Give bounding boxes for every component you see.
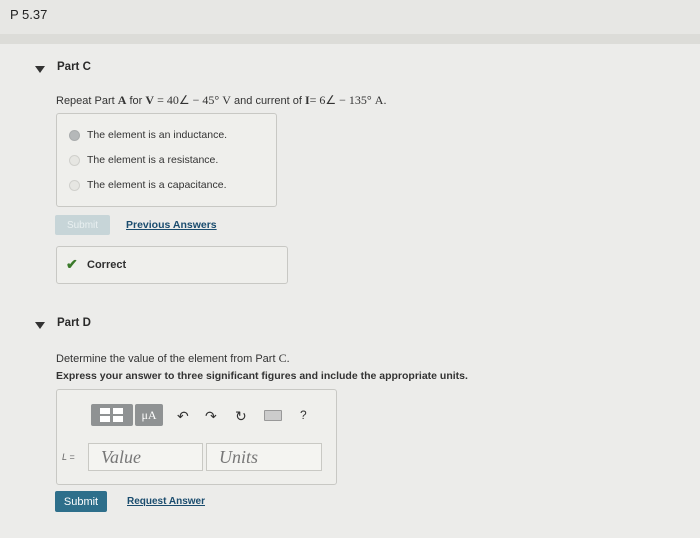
feedback-box: ✔ Correct (56, 246, 288, 284)
units-input[interactable]: Units (206, 443, 322, 471)
part-c-choices: The element is an inductance. The elemen… (56, 113, 277, 207)
units-button[interactable]: μA (135, 404, 163, 426)
choice-radio-capacitance[interactable] (69, 180, 80, 191)
header-divider (0, 34, 700, 44)
choice-label: The element is a capacitance. (87, 179, 227, 191)
undo-icon[interactable]: ↶ (177, 408, 189, 425)
help-icon[interactable]: ? (300, 408, 307, 422)
value-input[interactable]: Value (88, 443, 203, 471)
feedback-text: Correct (87, 259, 127, 271)
part-d-collapse-icon[interactable] (35, 322, 45, 329)
reset-icon[interactable]: ↻ (235, 408, 247, 425)
redo-icon[interactable]: ↷ (205, 408, 217, 425)
keyboard-icon[interactable] (264, 410, 282, 421)
part-c-label: Part C (57, 61, 91, 73)
choice-label: The element is a resistance. (87, 154, 219, 166)
answer-input-box: μA ↶ ↷ ↻ ? L = Value Units (56, 389, 337, 485)
variable-label: L = (62, 452, 75, 462)
problem-title: P 5.37 (10, 7, 48, 22)
part-c-question: Repeat Part A for V = 40∠ − 45° V and cu… (56, 93, 387, 107)
checkmark-icon: ✔ (66, 256, 78, 272)
request-answer-link[interactable]: Request Answer (127, 496, 205, 507)
part-d-instruction: Express your answer to three significant… (56, 370, 468, 382)
choice-label: The element is an inductance. (87, 129, 228, 141)
part-d-submit-button[interactable]: Submit (55, 491, 107, 512)
part-c-submit-button[interactable]: Submit (55, 215, 110, 235)
choice-radio-inductance[interactable] (69, 130, 80, 141)
choice-radio-resistance[interactable] (69, 155, 80, 166)
matrix-template-icon[interactable] (91, 404, 133, 426)
previous-answers-link[interactable]: Previous Answers (126, 219, 217, 231)
part-d-prompt: Determine the value of the element from … (56, 351, 290, 365)
part-c-collapse-icon[interactable] (35, 66, 45, 73)
part-d-label: Part D (57, 317, 91, 329)
